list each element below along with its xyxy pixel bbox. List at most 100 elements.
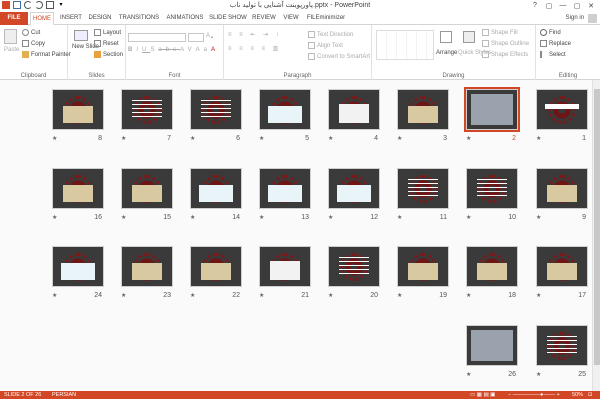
tab-transitions[interactable]: TRANSITIONS [117,12,161,25]
transition-star-icon[interactable]: ★ [121,135,126,142]
align-text-button[interactable]: Align Text [308,42,343,49]
list-buttons[interactable]: ≡ ≡ ⇤ ⇥ ↕ [228,31,282,38]
transition-star-icon[interactable]: ★ [52,214,57,221]
tab-design[interactable]: DESIGN [87,12,113,25]
tab-insert[interactable]: INSERT [58,12,84,25]
paste-button[interactable]: Paste [4,47,19,53]
arrange-icon[interactable] [440,31,452,43]
shadow-button[interactable]: S [150,47,158,53]
transition-star-icon[interactable]: ★ [536,135,541,142]
strikethrough-button[interactable]: abc [158,47,180,53]
shapes-gallery[interactable] [376,30,434,60]
tab-animations[interactable]: ANIMATIONS [165,12,205,25]
slide-thumbnail[interactable] [190,246,242,287]
slide-thumbnail[interactable] [121,89,173,130]
transition-star-icon[interactable]: ★ [259,135,264,142]
close-button[interactable]: ✕ [584,0,598,11]
view-buttons[interactable]: ▭ ▦ ▤ ▣ [470,391,495,399]
slide-thumbnail[interactable] [121,168,173,209]
tab-fileminimizer[interactable]: FILEminimizer [305,12,347,25]
slide-thumbnail[interactable] [466,246,518,287]
transition-star-icon[interactable]: ★ [397,214,402,221]
fit-slide-icon[interactable]: ⊡ [588,391,593,399]
spacing-button[interactable]: AV [180,47,196,53]
slide-thumbnail[interactable] [52,168,104,209]
slide-thumbnail[interactable] [464,87,520,132]
bold-button[interactable]: B [128,47,136,53]
shape-fill-button[interactable]: Shape Fill [482,29,518,36]
transition-star-icon[interactable]: ★ [536,371,541,378]
maximize-button[interactable]: ▢ [570,0,584,11]
reset-button[interactable]: Reset [94,40,119,47]
font-size-combo[interactable] [188,33,204,42]
arrange-button[interactable]: Arrange [436,50,457,56]
transition-star-icon[interactable]: ★ [328,135,333,142]
font-color-button[interactable]: A [211,47,219,53]
transition-star-icon[interactable]: ★ [466,371,471,378]
cut-button[interactable]: Cut [22,29,40,36]
underline-button[interactable]: U [142,47,150,53]
quick-styles-icon[interactable] [463,31,475,43]
transition-star-icon[interactable]: ★ [328,214,333,221]
transition-star-icon[interactable]: ★ [466,292,471,299]
transition-star-icon[interactable]: ★ [52,135,57,142]
slide-thumbnail[interactable] [52,246,104,287]
slide-thumbnail[interactable] [259,89,311,130]
tab-review[interactable]: REVIEW [251,12,277,25]
align-buttons[interactable]: ≡ ≡ ≡ ≡ ▥ [228,45,281,52]
transition-star-icon[interactable]: ★ [466,135,471,142]
find-button[interactable]: Find [540,29,561,36]
slide-thumbnail[interactable] [536,325,588,366]
replace-button[interactable]: Replace [540,40,571,47]
slide-thumbnail[interactable] [397,89,449,130]
font-format-buttons[interactable]: B I U S abc AV Aa A [128,47,219,53]
slide-thumbnail[interactable] [536,246,588,287]
slide-thumbnail[interactable] [190,168,242,209]
slide-thumbnail[interactable] [397,168,449,209]
transition-star-icon[interactable]: ★ [397,292,402,299]
transition-star-icon[interactable]: ★ [190,135,195,142]
transition-star-icon[interactable]: ★ [121,292,126,299]
slide-thumbnail[interactable] [536,168,588,209]
transition-star-icon[interactable]: ★ [536,292,541,299]
format-painter-button[interactable]: Format Painter [22,51,71,58]
sign-in-link[interactable]: Sign in [566,12,584,25]
language-indicator[interactable]: PERSIAN [52,391,76,399]
grow-font-button[interactable]: A ▲ [206,33,214,39]
transition-star-icon[interactable]: ★ [121,214,126,221]
slide-thumbnail[interactable] [328,168,380,209]
change-case-button[interactable]: Aa [196,47,211,53]
transition-star-icon[interactable]: ★ [259,214,264,221]
select-button[interactable]: Select [540,51,566,58]
tab-slide-show[interactable]: SLIDE SHOW [209,12,247,25]
slide-thumbnail[interactable] [328,246,380,287]
transition-star-icon[interactable]: ★ [466,214,471,221]
slide-thumbnail[interactable] [328,89,380,130]
vertical-scrollbar[interactable] [592,80,600,391]
shape-outline-button[interactable]: Shape Outline [482,40,529,47]
convert-smartart-button[interactable]: Convert to SmartArt [308,53,370,60]
transition-star-icon[interactable]: ★ [328,292,333,299]
slide-thumbnail[interactable] [466,325,518,366]
transition-star-icon[interactable]: ★ [190,292,195,299]
transition-star-icon[interactable]: ★ [536,214,541,221]
slide-thumbnail[interactable] [466,168,518,209]
avatar-icon[interactable] [588,14,597,23]
font-name-combo[interactable] [128,33,186,42]
copy-button[interactable]: Copy [22,40,45,47]
ribbon-display-button[interactable]: ▢ [542,0,556,11]
layout-button[interactable]: Layout [94,29,121,36]
help-button[interactable]: ? [528,0,542,11]
minimize-button[interactable]: — [556,0,570,11]
transition-star-icon[interactable]: ★ [397,135,402,142]
slide-thumbnail[interactable] [52,89,104,130]
zoom-slider[interactable]: − ───────●─── + [508,391,560,399]
scrollbar-thumb[interactable] [594,89,600,365]
zoom-level[interactable]: 50% [572,391,583,399]
new-slide-icon[interactable] [74,30,88,41]
slide-thumbnail[interactable] [259,168,311,209]
transition-star-icon[interactable]: ★ [190,214,195,221]
text-direction-button[interactable]: Text Direction [308,31,353,38]
transition-star-icon[interactable]: ★ [259,292,264,299]
section-button[interactable]: Section [94,51,123,58]
